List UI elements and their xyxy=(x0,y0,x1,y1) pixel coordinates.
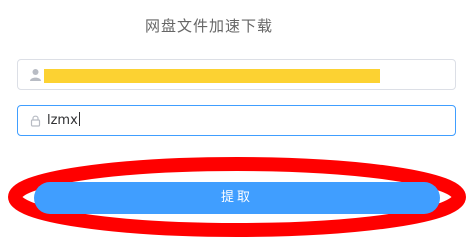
extract-code-value: lzmx xyxy=(47,112,80,128)
download-page: 网盘文件加速下载 lzmx 提取 xyxy=(0,0,474,238)
text-caret xyxy=(78,112,80,126)
redaction-highlight xyxy=(44,69,380,83)
user-icon xyxy=(30,69,41,81)
extract-code-field[interactable]: lzmx xyxy=(17,105,456,136)
page-title: 网盘文件加速下载 xyxy=(144,17,273,35)
extract-button[interactable]: 提取 xyxy=(34,182,440,214)
username-field[interactable] xyxy=(17,59,456,90)
lock-icon xyxy=(30,115,41,127)
